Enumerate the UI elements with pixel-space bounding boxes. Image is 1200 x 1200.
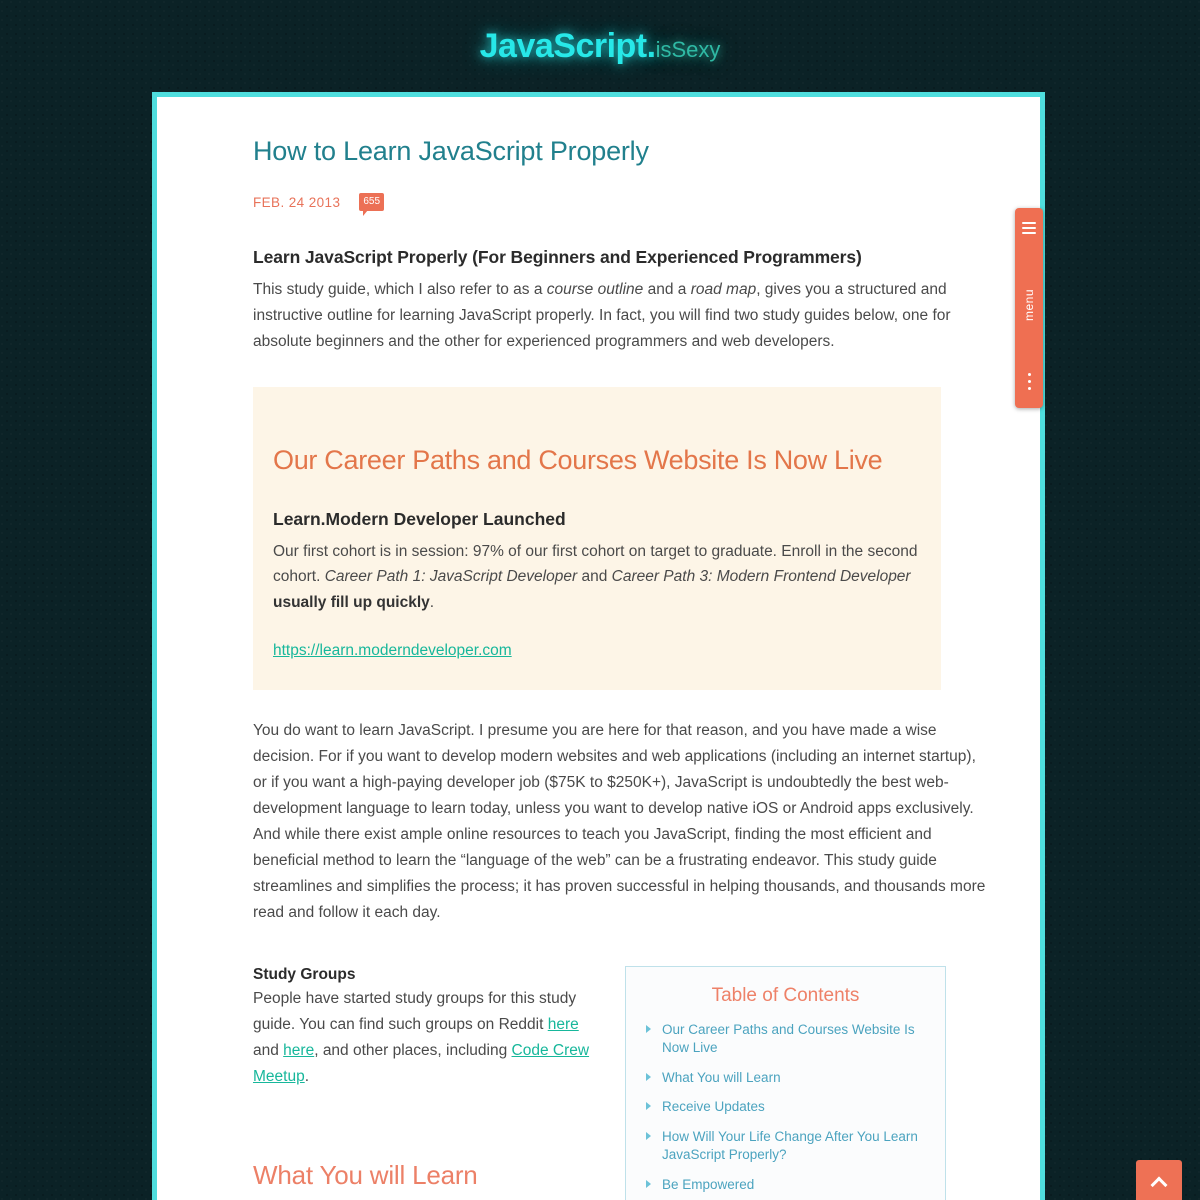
intro-paragraph: This study guide, which I also refer to …	[253, 277, 988, 355]
lower-grid: Study Groups People have started study g…	[253, 965, 988, 1200]
lead-heading: Learn JavaScript Properly (For Beginners…	[253, 247, 862, 268]
logo-sub-text: isSexy	[655, 37, 721, 62]
triangle-bullet-icon	[646, 1179, 651, 1188]
site-header: JavaScript.isSexy	[0, 0, 1200, 92]
triangle-bullet-icon	[646, 1072, 651, 1081]
triangle-bullet-icon	[646, 1102, 651, 1111]
content-panel: How to Learn JavaScript Properly FEB. 24…	[152, 92, 1045, 1200]
page-title: How to Learn JavaScript Properly	[253, 136, 649, 166]
list-item[interactable]: Our Career Paths and Courses Website Is …	[642, 1021, 929, 1057]
list-item[interactable]: What You will Learn	[642, 1069, 929, 1087]
more-dots-icon	[1027, 373, 1031, 394]
side-menu-label: menu	[1022, 288, 1036, 322]
triangle-bullet-icon	[646, 1132, 651, 1141]
hamburger-icon	[1022, 222, 1036, 237]
intro-text-1: This study guide, which I also refer to …	[253, 281, 547, 299]
sg-text-2: and	[253, 1042, 284, 1059]
chevron-up-icon	[1150, 1176, 1168, 1194]
list-item[interactable]: Receive Updates	[642, 1098, 929, 1116]
callout-title: Our Career Paths and Courses Website Is …	[273, 445, 883, 476]
intro-em-2: road map	[690, 281, 757, 299]
toc-link[interactable]: Receive Updates	[662, 1099, 765, 1114]
callout-text-3: .	[429, 593, 435, 611]
toc-link[interactable]: Our Career Paths and Courses Website Is …	[662, 1022, 915, 1055]
table-of-contents: Table of Contents Our Career Paths and C…	[625, 965, 946, 1200]
callout-em-1: Career Path 1: JavaScript Developer	[324, 568, 578, 586]
study-groups-column: Study Groups People have started study g…	[253, 966, 593, 1191]
callout-em-2: Career Path 3: Modern Frontend Developer	[611, 568, 911, 586]
scroll-to-top-button[interactable]	[1136, 1160, 1182, 1200]
intro-text-2: and a	[643, 281, 691, 299]
study-groups-paragraph: People have started study groups for thi…	[253, 986, 593, 1090]
list-item[interactable]: Be Empowered	[642, 1176, 929, 1194]
toc-list: Our Career Paths and Courses Website Is …	[642, 1021, 929, 1200]
toc-link[interactable]: Be Empowered	[662, 1177, 754, 1192]
triangle-bullet-icon	[646, 1024, 651, 1033]
sg-text-3: , and other places, including	[314, 1042, 512, 1059]
intro-em-1: course outline	[546, 281, 644, 299]
callout-body: Our first cohort is in session: 97% of o…	[273, 539, 921, 616]
callout-link-row: https://learn.moderndeveloper.com	[273, 642, 921, 660]
callout-subtitle: Learn.Modern Developer Launched	[273, 508, 566, 529]
toc-title: Table of Contents	[711, 984, 860, 1006]
sg-text-1: People have started study groups for thi…	[253, 989, 577, 1033]
toc-column: Table of Contents Our Career Paths and C…	[625, 965, 946, 1200]
toc-link[interactable]: How Will Your Life Change After You Lear…	[662, 1129, 918, 1162]
post-meta: FEB. 24 2013 655	[253, 193, 988, 217]
promo-callout: Our Career Paths and Courses Website Is …	[253, 387, 941, 690]
reddit-link-2[interactable]: here	[283, 1042, 314, 1059]
list-item[interactable]: How Will Your Life Change After You Lear…	[642, 1128, 929, 1164]
study-groups-heading: Study Groups	[253, 965, 356, 983]
callout-text-2: and	[577, 568, 612, 586]
callout-strong: usually fill up quickly	[273, 593, 430, 611]
sg-text-4: .	[304, 1068, 310, 1086]
moderndeveloper-link[interactable]: https://learn.moderndeveloper.com	[273, 642, 512, 659]
side-menu-tab[interactable]: menu	[1015, 208, 1043, 408]
logo-main-text: JavaScript.	[479, 27, 656, 65]
post-date: FEB. 24 2013	[253, 194, 341, 210]
section-heading-what-you-will-learn: What You will Learn	[253, 1160, 478, 1191]
comment-count-badge[interactable]: 655	[359, 193, 385, 217]
reddit-link-1[interactable]: here	[548, 1016, 579, 1033]
toc-link[interactable]: What You will Learn	[662, 1070, 781, 1085]
main-paragraph: You do want to learn JavaScript. I presu…	[253, 721, 986, 921]
site-logo[interactable]: JavaScript.isSexy	[480, 29, 721, 63]
